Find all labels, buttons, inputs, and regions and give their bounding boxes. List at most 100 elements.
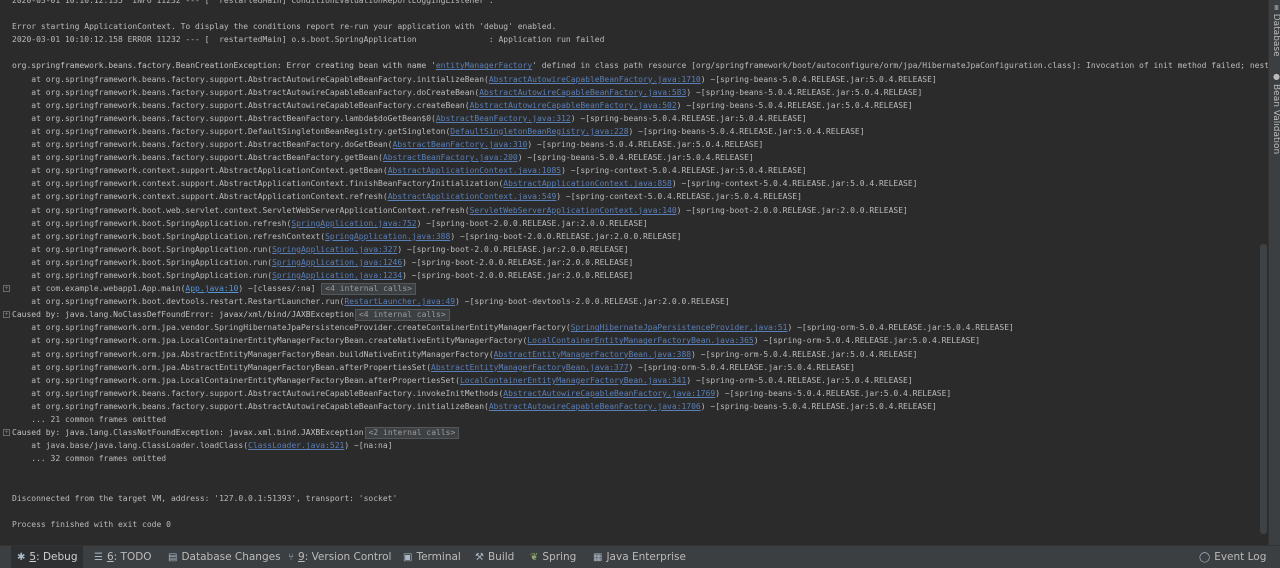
- console-line: at org.springframework.boot.devtools.res…: [0, 295, 1268, 308]
- console-text: ) ~[spring-boot-devtools-2.0.0.RELEASE.j…: [455, 297, 730, 307]
- source-link[interactable]: LocalContainerEntityManagerFactoryBean.j…: [527, 336, 753, 345]
- side-tab-bean-validation[interactable]: ● Bean Validation: [1270, 72, 1280, 154]
- internal-calls-badge[interactable]: <4 internal calls>: [354, 309, 450, 322]
- toolwindow-vcs-number: 9: [298, 551, 305, 563]
- console-text: ) ~[na:na]: [344, 441, 393, 451]
- toolwindow-event-log-label: Event Log: [1214, 551, 1267, 563]
- console-text: ) ~[spring-boot-2.0.0.RELEASE.jar:2.0.0.…: [676, 205, 908, 215]
- toolwindow-spring-label: Spring: [542, 551, 577, 563]
- console-text: ) ~[spring-orm-5.0.4.RELEASE.jar:5.0.4.R…: [628, 362, 855, 372]
- tool-window-bar: ✱ 5: Debug ☰ 6: TODO ▤ Database Changes ⑂ 9:…: [0, 545, 1280, 568]
- toolwindow-java-enterprise-label: Java Enterprise: [606, 551, 686, 563]
- source-link[interactable]: App.java:10: [185, 284, 238, 293]
- console-line: at org.springframework.orm.jpa.AbstractE…: [0, 348, 1268, 361]
- console-text: ) ~[spring-orm-5.0.4.RELEASE.jar:5.0.4.R…: [787, 323, 1014, 333]
- source-link[interactable]: AbstractAutowireCapableBeanFactory.java:…: [489, 402, 701, 411]
- source-link[interactable]: AbstractAutowireCapableBeanFactory.java:…: [489, 75, 701, 84]
- toolwindow-version-control[interactable]: ⑂ 9: Version Control: [282, 546, 397, 568]
- source-link[interactable]: SpringApplication.java:388: [325, 232, 450, 241]
- console-lines: 2020-03-01 10:10:12.135 INFO 11232 --- […: [0, 0, 1268, 543]
- console-text: 2020-03-01 10:10:12.135 INFO 11232 --- […: [12, 0, 494, 5]
- console-line: org.springframework.beans.factory.BeanCr…: [0, 59, 1268, 72]
- console-text: org.springframework.beans.factory.BeanCr…: [12, 61, 436, 71]
- fold-toggle-icon[interactable]: +: [3, 285, 10, 293]
- source-link[interactable]: LocalContainerEntityManagerFactoryBean.j…: [460, 376, 686, 385]
- console-text: ) ~[spring-orm-5.0.4.RELEASE.jar:5.0.4.R…: [686, 375, 913, 385]
- console-line: at org.springframework.beans.factory.sup…: [0, 138, 1268, 151]
- console-line: at org.springframework.orm.jpa.vendor.Sp…: [0, 321, 1268, 334]
- source-link[interactable]: SpringApplication.java:1234: [272, 271, 402, 280]
- source-link[interactable]: ServletWebServerApplicationContext.java:…: [470, 206, 677, 215]
- source-link[interactable]: AbstractApplicationContext.java:549: [388, 192, 557, 201]
- console-line: at org.springframework.beans.factory.sup…: [0, 387, 1268, 400]
- fold-toggle-icon[interactable]: +: [3, 429, 10, 437]
- console-text: at org.springframework.orm.jpa.LocalCont…: [12, 336, 528, 346]
- console-scrollbar-thumb[interactable]: [1260, 244, 1267, 534]
- toolwindow-todo[interactable]: ☰ 6: TODO: [88, 546, 158, 568]
- console-text: at org.springframework.beans.factory.sup…: [12, 388, 504, 398]
- console-text: at org.springframework.boot.SpringApplic…: [12, 218, 292, 228]
- console-line: at org.springframework.boot.SpringApplic…: [0, 269, 1268, 282]
- console-text: at org.springframework.context.support.A…: [12, 179, 504, 189]
- console-text: ) ~[spring-beans-5.0.4.RELEASE.jar:5.0.4…: [570, 113, 807, 123]
- source-link[interactable]: AbstractAutowireCapableBeanFactory.java:…: [470, 101, 677, 110]
- console-line: 2020-03-01 10:10:12.135 INFO 11232 --- […: [0, 0, 1268, 7]
- source-link[interactable]: SpringApplication.java:327: [272, 245, 397, 254]
- toolwindow-database-changes-label: Database Changes: [181, 551, 281, 563]
- console-line: at org.springframework.context.support.A…: [0, 164, 1268, 177]
- console-text: at org.springframework.context.support.A…: [12, 166, 388, 176]
- toolwindow-spring[interactable]: ❦ Spring: [524, 546, 582, 568]
- internal-calls-badge[interactable]: <4 internal calls>: [321, 283, 416, 296]
- console-text: ) ~[spring-beans-5.0.4.RELEASE.jar:5.0.4…: [715, 388, 952, 398]
- source-link[interactable]: AbstractAutowireCapableBeanFactory.java:…: [503, 389, 715, 398]
- console-line: at org.springframework.context.support.A…: [0, 177, 1268, 190]
- console-text: ) ~[spring-beans-5.0.4.RELEASE.jar:5.0.4…: [517, 153, 754, 163]
- source-link[interactable]: AbstractApplicationContext.java:1085: [388, 166, 561, 175]
- console-text: ) ~[spring-boot-2.0.0.RELEASE.jar:2.0.0.…: [402, 270, 634, 280]
- source-link[interactable]: entityManagerFactory: [436, 61, 532, 70]
- console-text: ) ~[spring-boot-2.0.0.RELEASE.jar:2.0.0.…: [416, 218, 648, 228]
- internal-calls-badge[interactable]: <2 internal calls>: [364, 427, 460, 440]
- source-link[interactable]: AbstractBeanFactory.java:200: [383, 153, 518, 162]
- side-tab-database[interactable]: ≡ Database: [1270, 4, 1280, 57]
- console-text: at org.springframework.beans.factory.sup…: [12, 87, 480, 97]
- fold-toggle-icon[interactable]: +: [3, 311, 10, 319]
- source-link[interactable]: AbstractEntityManagerFactoryBean.java:37…: [431, 363, 628, 372]
- source-link[interactable]: AbstractEntityManagerFactoryBean.java:38…: [494, 350, 691, 359]
- console-text: ) ~[spring-beans-5.0.4.RELEASE.jar:5.0.4…: [700, 401, 937, 411]
- console-text: at org.springframework.context.support.A…: [12, 192, 388, 202]
- console-line: + Caused by: java.lang.ClassNotFoundExcep…: [0, 426, 1268, 440]
- toolwindow-terminal[interactable]: ▣ Terminal: [397, 546, 467, 568]
- toolwindow-vcs-label: : Version Control: [304, 551, 392, 563]
- terminal-icon: ▣: [403, 552, 413, 563]
- source-link[interactable]: AbstractApplicationContext.java:858: [503, 179, 672, 188]
- console-output[interactable]: 2020-03-01 10:10:12.135 INFO 11232 --- […: [0, 0, 1268, 543]
- console-text: ) ~[spring-orm-5.0.4.RELEASE.jar:5.0.4.R…: [691, 349, 918, 359]
- source-link[interactable]: RestartLauncher.java:49: [344, 297, 455, 306]
- source-link[interactable]: SpringApplication.java:1246: [272, 258, 402, 267]
- source-link[interactable]: AbstractAutowireCapableBeanFactory.java:…: [479, 88, 686, 97]
- console-line: + Caused by: java.lang.NoClassDefFoundErr…: [0, 308, 1268, 322]
- toolwindow-event-log[interactable]: ◯ Event Log: [1193, 546, 1272, 568]
- console-text: Error starting ApplicationContext. To di…: [12, 22, 557, 32]
- source-link[interactable]: DefaultSingletonBeanRegistry.java:228: [450, 127, 628, 136]
- source-link[interactable]: SpringHibernateJpaPersistenceProvider.ja…: [571, 323, 788, 332]
- side-tab-bean-validation-label: Bean Validation: [1271, 84, 1280, 155]
- console-text: ) ~[classes/:na]: [238, 284, 321, 294]
- toolwindow-debug[interactable]: ✱ 5: Debug: [11, 546, 84, 568]
- vcs-branch-icon: ⑂: [288, 552, 294, 563]
- console-text: Caused by: java.lang.ClassNotFoundExcept…: [12, 428, 364, 438]
- toolwindow-database-changes[interactable]: ▤ Database Changes: [162, 546, 287, 568]
- source-link[interactable]: ClassLoader.java:521: [248, 441, 344, 450]
- toolwindow-java-enterprise[interactable]: ▦ Java Enterprise: [587, 546, 692, 568]
- source-link[interactable]: AbstractBeanFactory.java:312: [436, 114, 571, 123]
- console-text: at org.springframework.beans.factory.sup…: [12, 153, 383, 163]
- console-line: at org.springframework.boot.SpringApplic…: [0, 217, 1268, 230]
- toolwindow-build[interactable]: ⚒ Build: [469, 546, 520, 568]
- source-link[interactable]: SpringApplication.java:752: [291, 219, 416, 228]
- source-link[interactable]: AbstractBeanFactory.java:310: [393, 140, 528, 149]
- console-text: ) ~[spring-beans-5.0.4.RELEASE.jar:5.0.4…: [676, 100, 913, 110]
- console-line: Process finished with exit code 0: [0, 518, 1268, 531]
